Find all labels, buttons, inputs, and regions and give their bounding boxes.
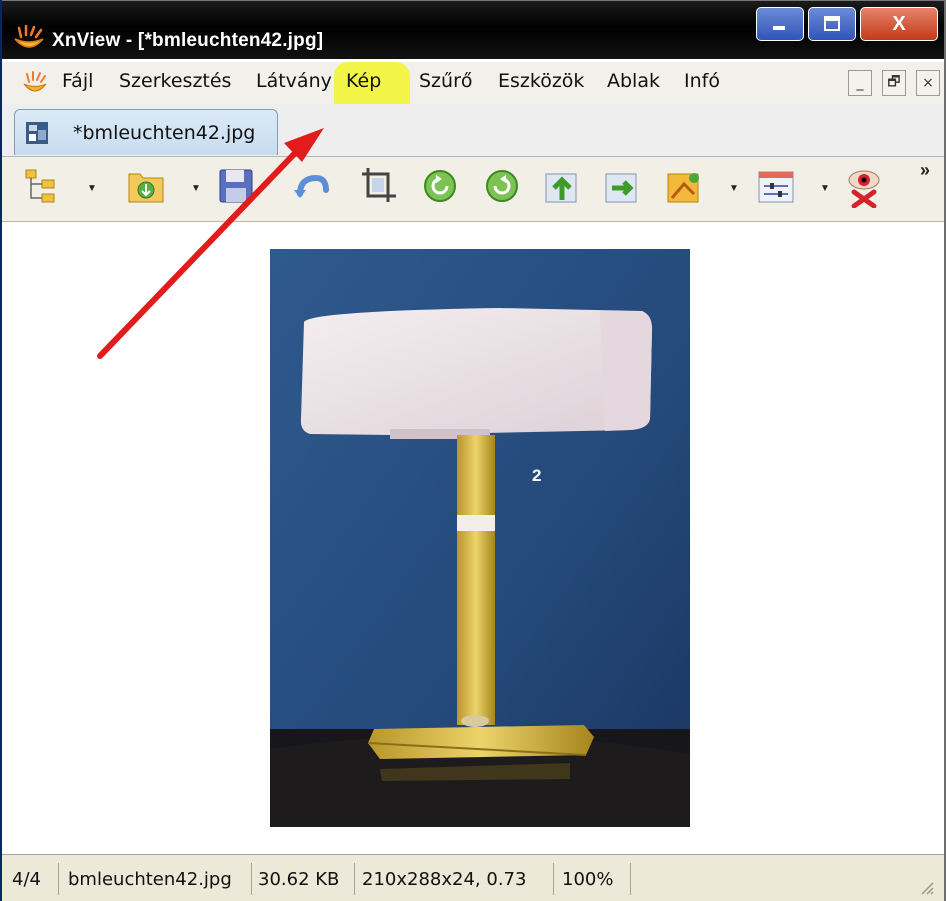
maximize-icon (824, 16, 840, 31)
tab-label: *bmleuchten42.jpg (73, 122, 256, 144)
menu-tools[interactable]: Eszközök (498, 70, 584, 92)
crop-icon[interactable] (358, 164, 398, 208)
menu-image[interactable]: Kép (346, 70, 381, 92)
rotate-left-icon[interactable] (420, 164, 460, 208)
status-zoom: 100% (562, 869, 614, 890)
minimize-button[interactable] (756, 7, 804, 41)
export-icon[interactable] (542, 164, 582, 208)
rotate-right-icon[interactable] (482, 164, 522, 208)
app-menu-icon[interactable] (22, 71, 48, 95)
menu-info[interactable]: Infó (684, 70, 720, 92)
tree-view-dropdown-icon[interactable]: ▼ (87, 183, 97, 194)
convert-icon[interactable] (602, 164, 642, 208)
mdi-close-button[interactable]: × (916, 70, 940, 96)
menu-window[interactable]: Ablak (607, 70, 660, 92)
image-document-icon (26, 122, 48, 144)
red-eye-icon[interactable] (844, 164, 884, 208)
maximize-button[interactable] (808, 7, 856, 41)
open-dropdown-icon[interactable]: ▼ (191, 183, 201, 194)
xnview-logo-icon (14, 25, 44, 48)
xnview-window: XnView - [*bmleuchten42.jpg] X Fájl Szer… (0, 0, 946, 901)
lamp-photo: 2 (270, 249, 690, 827)
menu-view[interactable]: Látvány (256, 70, 332, 92)
menu-file[interactable]: Fájl (62, 70, 93, 92)
settings-dropdown-icon[interactable]: ▼ (820, 183, 830, 194)
image-number-label: 2 (532, 466, 541, 485)
status-position: 4/4 (12, 869, 41, 890)
close-icon: X (892, 12, 906, 35)
undo-icon[interactable] (292, 164, 332, 208)
settings-icon[interactable] (756, 164, 796, 208)
minimize-icon (773, 26, 785, 30)
menu-edit[interactable]: Szerkesztés (119, 70, 231, 92)
mdi-restore-button[interactable]: 🗗 (882, 70, 906, 96)
save-icon[interactable] (216, 164, 256, 208)
open-folder-icon[interactable] (126, 164, 166, 208)
status-dimensions: 210x288x24, 0.73 (362, 869, 527, 890)
mdi-minimize-button[interactable]: _ (848, 70, 872, 96)
status-filesize: 30.62 KB (258, 869, 340, 890)
window-title: XnView - [*bmleuchten42.jpg] (52, 30, 324, 51)
status-bar: 4/4 bmleuchten42.jpg 30.62 KB 210x288x24… (2, 854, 944, 901)
close-button[interactable]: X (860, 7, 938, 41)
tree-view-icon[interactable] (22, 164, 62, 208)
batch-dropdown-icon[interactable]: ▼ (729, 183, 739, 194)
resize-grip-icon[interactable] (918, 879, 934, 895)
menu-filter[interactable]: Szűrő (419, 70, 473, 92)
batch-icon[interactable] (664, 164, 704, 208)
title-bar[interactable]: XnView - [*bmleuchten42.jpg] X (2, 0, 944, 59)
status-filename: bmleuchten42.jpg (68, 869, 232, 890)
toolbar-overflow-icon[interactable]: » (920, 160, 930, 181)
document-tab[interactable]: *bmleuchten42.jpg (14, 109, 278, 155)
